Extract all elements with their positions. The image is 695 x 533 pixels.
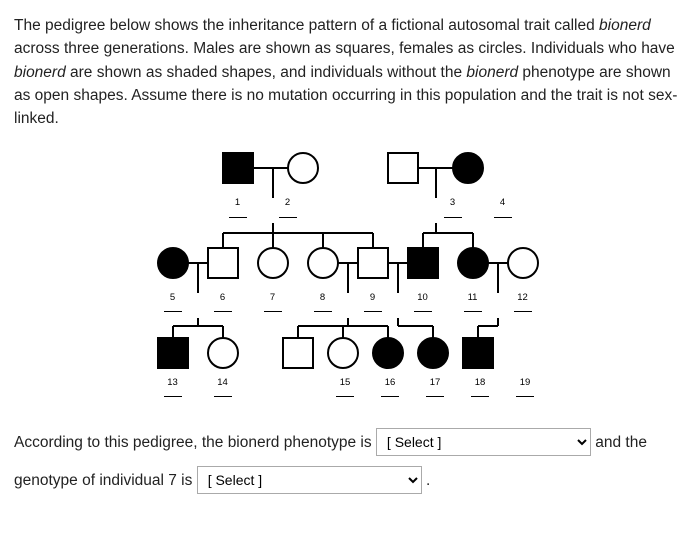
q-text-1: According to this pedigree, the bbox=[14, 434, 228, 451]
individual-9-square-unaffected bbox=[358, 248, 388, 278]
prompt-text-1: The pedigree below shows the inheritance… bbox=[14, 17, 599, 34]
individual-6-square-unaffected bbox=[208, 248, 238, 278]
answer-sentence: According to this pedigree, the bionerd … bbox=[14, 424, 681, 498]
individual-2-circle-unaffected bbox=[288, 153, 318, 183]
individual-8-circle-unaffected bbox=[308, 248, 338, 278]
trait-name-3: bionerd bbox=[466, 64, 518, 81]
gen3-svg bbox=[128, 318, 568, 378]
label-1: 1 bbox=[213, 198, 263, 208]
trait-name-2: bionerd bbox=[14, 64, 66, 81]
individual-3-square-unaffected bbox=[388, 153, 418, 183]
label-19: 19 bbox=[503, 378, 548, 388]
label-11: 11 bbox=[448, 293, 498, 303]
individual-10-square-affected bbox=[408, 248, 438, 278]
individual-16-circle-unaffected bbox=[328, 338, 358, 368]
label-18: 18 bbox=[458, 378, 503, 388]
label-9: 9 bbox=[348, 293, 398, 303]
label-10: 10 bbox=[398, 293, 448, 303]
individual-11-circle-affected bbox=[458, 248, 488, 278]
q-text-2: phenotype is bbox=[279, 434, 376, 451]
label-4: 4 bbox=[478, 198, 528, 208]
q-text-3: genotype of individual 7 is bbox=[14, 472, 197, 489]
trait-name-q: bionerd bbox=[228, 434, 280, 451]
individual-15-square-unaffected bbox=[283, 338, 313, 368]
label-6: 6 bbox=[198, 293, 248, 303]
label-17: 17 bbox=[413, 378, 458, 388]
individual-19-square-affected bbox=[463, 338, 493, 368]
trait-name-1: bionerd bbox=[599, 17, 651, 34]
pedigree-diagram: 1 2 3 4 bbox=[14, 148, 681, 402]
label-2: 2 bbox=[263, 198, 313, 208]
label-8: 8 bbox=[298, 293, 348, 303]
label-3: 3 bbox=[428, 198, 478, 208]
label-5: 5 bbox=[148, 293, 198, 303]
label-16: 16 bbox=[368, 378, 413, 388]
label-14: 14 bbox=[198, 378, 248, 388]
label-7: 7 bbox=[248, 293, 298, 303]
select-genotype-7[interactable]: [ Select ] bbox=[197, 466, 422, 494]
individual-4-circle-affected bbox=[453, 153, 483, 183]
individual-12-circle-unaffected bbox=[508, 248, 538, 278]
question-prompt: The pedigree below shows the inheritance… bbox=[14, 14, 681, 130]
q-text-and: and the bbox=[595, 434, 647, 451]
label-12: 12 bbox=[498, 293, 548, 303]
individual-13-square-affected bbox=[158, 338, 188, 368]
individual-18-circle-affected bbox=[418, 338, 448, 368]
prompt-text-3: are shown as shaded shapes, and individu… bbox=[66, 64, 467, 81]
individual-5-circle-affected bbox=[158, 248, 188, 278]
label-15: 15 bbox=[323, 378, 368, 388]
q-period: . bbox=[426, 472, 430, 489]
individual-7-circle-unaffected bbox=[258, 248, 288, 278]
gen2-svg bbox=[128, 223, 568, 293]
individual-17-circle-affected bbox=[373, 338, 403, 368]
gen1-svg bbox=[128, 148, 568, 198]
select-phenotype[interactable]: [ Select ] bbox=[376, 428, 591, 456]
individual-1-square-affected bbox=[223, 153, 253, 183]
prompt-text-2: across three generations. Males are show… bbox=[14, 40, 675, 57]
individual-14-circle-unaffected bbox=[208, 338, 238, 368]
label-13: 13 bbox=[148, 378, 198, 388]
